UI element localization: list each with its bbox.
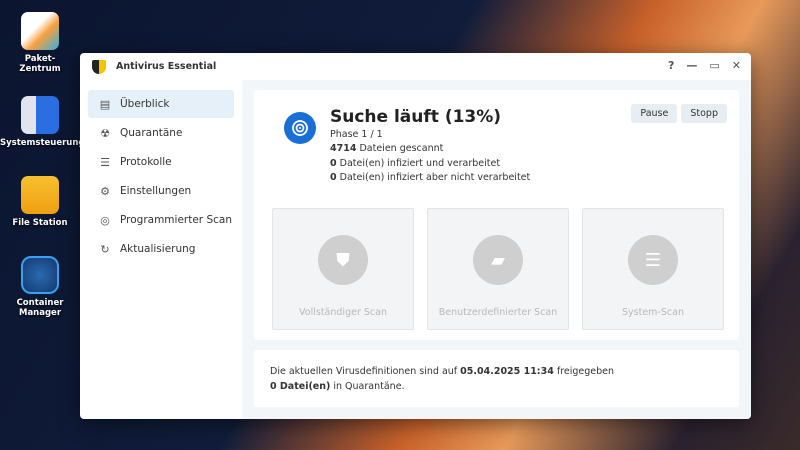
quarantine-count: 0 Datei(en) [270,381,331,392]
scan-label: Vollständiger Scan [299,307,387,318]
definitions-card: Die aktuellen Virusdefinitionen sind auf… [254,350,739,407]
sidebar-item-einstellungen[interactable]: ⚙ Einstellungen [88,177,234,205]
folder-icon: ▰ [473,235,523,285]
sidebar-item-ueberblick[interactable]: ▤ Überblick [88,90,234,118]
scan-label: System-Scan [622,307,684,318]
sidebar-item-quarantaene[interactable]: ☢ Quarantäne [88,119,234,147]
antivirus-window: Antivirus Essential ? — ▭ ✕ ▤ Überblick ☢… [80,53,751,419]
scan-label: Benutzerdefinierter Scan [438,307,558,318]
close-button[interactable]: ✕ [732,59,741,72]
maximize-button[interactable]: ▭ [709,59,719,72]
custom-scan-button[interactable]: ▰ Benutzerdefinierter Scan [427,208,569,330]
desktop-label: Zentrum [19,64,61,74]
desktop-icon-container-manager[interactable]: Container Manager [0,256,80,318]
target-icon: ◎ [100,213,110,227]
desktop-label: Systemsteuerung [0,138,85,148]
sidebar-item-label: Programmierter Scan [120,214,232,226]
infected-processed-label: Datei(en) infiziert und verarbeitet [336,157,501,169]
sidebar-item-protokolle[interactable]: ☰ Protokolle [88,148,234,176]
scanned-label: Dateien gescannt [356,143,444,154]
overview-icon: ▤ [99,97,111,111]
sidebar-item-programmierter-scan[interactable]: ◎ Programmierter Scan [88,206,234,234]
desktop-label: Paket- [24,54,56,64]
main-content: Suche läuft (13%) Phase 1 / 1 4714 Datei… [242,80,751,419]
infected-processed-count: 0 [330,157,337,169]
gear-icon: ⚙ [100,184,110,198]
sidebar-item-label: Protokolle [120,156,172,168]
window-title: Antivirus Essential [116,61,217,72]
scan-target-icon [284,112,316,144]
definitions-date: 05.04.2025 11:34 [460,366,554,377]
sidebar-item-label: Einstellungen [120,185,192,197]
definitions-text: Die aktuellen Virusdefinitionen sind auf [270,366,461,377]
infected-unprocessed-label: Datei(en) infiziert aber nicht verarbeit… [336,172,531,183]
sidebar-item-aktualisierung[interactable]: ↻ Aktualisierung [88,235,234,263]
scan-status-card: Suche läuft (13%) Phase 1 / 1 4714 Datei… [254,90,739,340]
package-center-icon [21,12,59,50]
title-bar[interactable]: Antivirus Essential ? — ▭ ✕ [80,53,751,80]
minimize-button[interactable]: — [686,59,697,72]
system-scan-button[interactable]: ☰ System-Scan [582,208,724,330]
list-icon: ☰ [100,155,110,169]
refresh-icon: ↻ [100,242,110,256]
full-scan-button[interactable]: ⛊ Vollständiger Scan [272,208,414,330]
sidebar-item-label: Aktualisierung [120,243,196,255]
definitions-text: freigegeben [553,366,615,377]
sidebar-item-label: Quarantäne [120,127,183,139]
stop-button[interactable]: Stopp [681,104,727,123]
shield-icon: ⛊ [318,235,368,285]
desktop-icon-systemsteuerung[interactable]: Systemsteuerung [0,96,85,148]
infected-unprocessed-count: 0 [330,172,337,183]
desktop-label: File Station [12,218,68,228]
scan-status-title: Suche läuft (13%) [330,107,502,127]
container-manager-icon [21,256,59,294]
pause-button[interactable]: Pause [631,104,678,123]
scanned-count: 4714 [330,143,357,154]
sidebar: ▤ Überblick ☢ Quarantäne ☰ Protokolle ⚙ Eins… [80,80,242,419]
server-icon: ☰ [628,235,678,285]
folder-icon [21,176,59,214]
sidebar-item-label: Überblick [120,98,170,110]
scan-phase: Phase 1 / 1 [330,128,383,140]
quarantine-text: in Quarantäne. [330,381,405,392]
desktop-icon-file-station[interactable]: File Station [0,176,80,228]
quarantine-icon: ☢ [100,126,110,140]
desktop-label: Container Manager [16,298,64,318]
antivirus-logo-icon [92,59,106,74]
help-button[interactable]: ? [668,59,674,72]
desktop-icon-paket-zentrum[interactable]: Paket- Zentrum [0,12,80,74]
control-panel-icon [21,96,59,134]
